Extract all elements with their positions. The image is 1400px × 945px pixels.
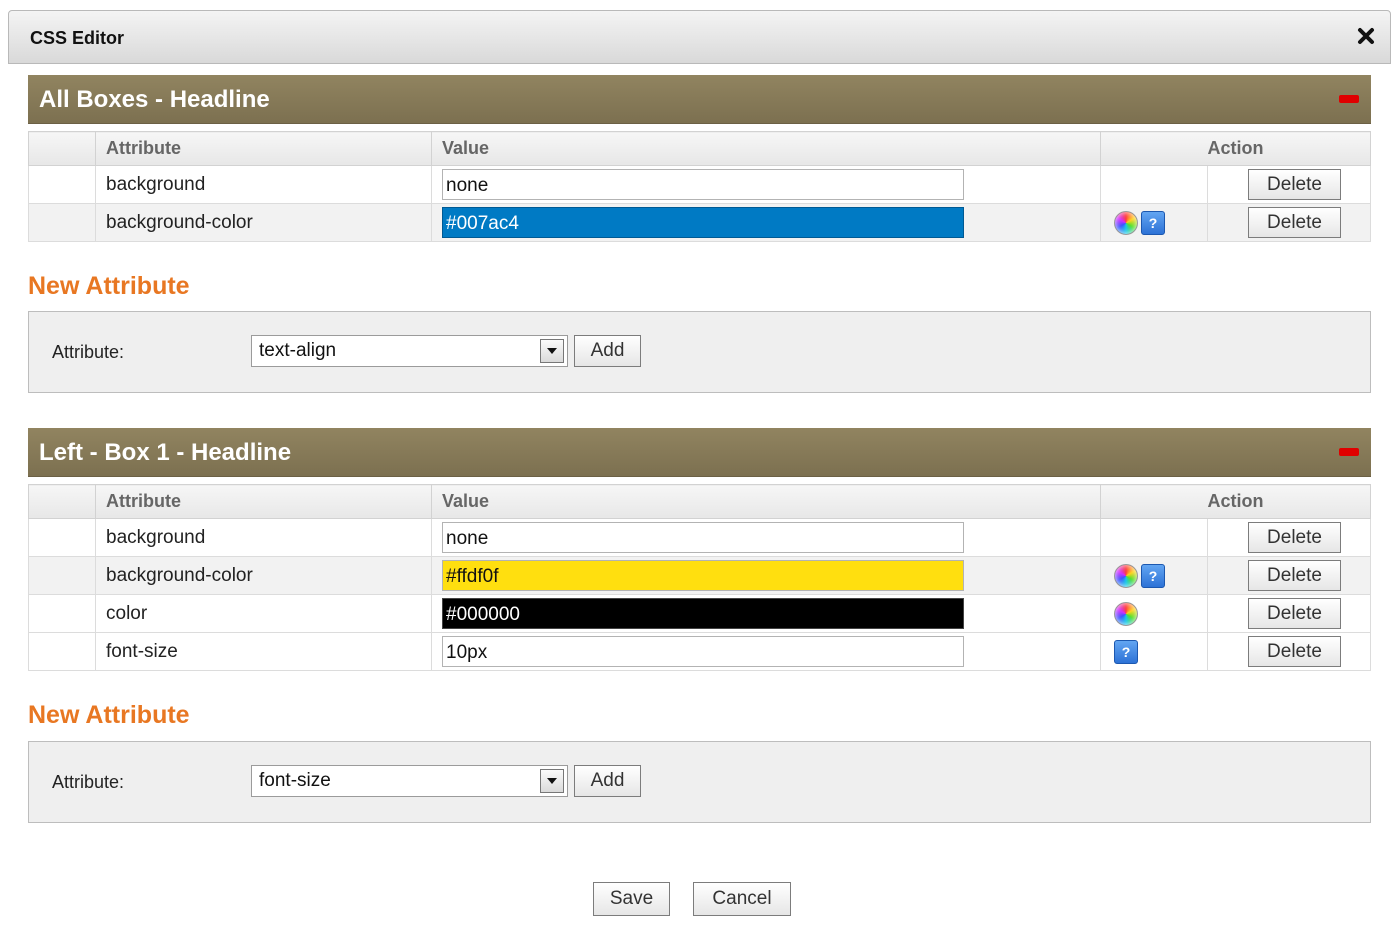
section-header: Left - Box 1 - Headline <box>28 428 1371 477</box>
attribute-label: Attribute: <box>52 772 125 792</box>
header-value: Value <box>431 484 1101 519</box>
table-row: background Delete <box>28 165 1371 204</box>
delete-button[interactable]: Delete <box>1248 207 1341 238</box>
value-input[interactable] <box>442 207 964 238</box>
delete-button[interactable]: Delete <box>1248 169 1341 200</box>
table-row: color Delete <box>28 594 1371 633</box>
header-attribute: Attribute <box>95 484 432 519</box>
attribute-name: background-color <box>95 556 432 595</box>
delete-button[interactable]: Delete <box>1248 598 1341 629</box>
section-all-boxes-headline: All Boxes - Headline Attribute Value Act… <box>28 75 1371 242</box>
attribute-label: Attribute: <box>52 342 125 362</box>
dialog-title: CSS Editor <box>30 28 125 48</box>
select-value: text-align <box>259 340 337 361</box>
minus-icon[interactable] <box>1339 448 1359 456</box>
close-icon[interactable] <box>1355 25 1377 47</box>
new-attribute-panel: Attribute: text-align Add <box>28 311 1371 393</box>
attribute-name: background <box>95 518 432 557</box>
add-button[interactable]: Add <box>574 765 641 797</box>
header-value: Value <box>431 131 1101 166</box>
table-row: background-color ? Delete <box>28 556 1371 595</box>
add-button[interactable]: Add <box>574 335 641 367</box>
attribute-name: font-size <box>95 632 432 671</box>
cancel-button[interactable]: Cancel <box>693 882 791 916</box>
value-input[interactable] <box>442 560 964 591</box>
select-value: font-size <box>259 770 331 791</box>
value-input[interactable] <box>442 598 964 629</box>
section-header: All Boxes - Headline <box>28 75 1371 124</box>
attribute-name: color <box>95 594 432 633</box>
value-input[interactable] <box>442 522 964 553</box>
delete-button[interactable]: Delete <box>1248 522 1341 553</box>
table-row: background Delete <box>28 518 1371 557</box>
header-action: Action <box>1100 131 1371 166</box>
header-action: Action <box>1100 484 1371 519</box>
help-icon[interactable]: ? <box>1114 639 1138 664</box>
new-attribute-panel: Attribute: font-size Add <box>28 741 1371 823</box>
header-attribute: Attribute <box>95 131 432 166</box>
delete-button[interactable]: Delete <box>1248 560 1341 591</box>
new-attribute-title: New Attribute <box>28 272 190 300</box>
minus-icon[interactable] <box>1339 95 1359 103</box>
attribute-table: Attribute Value Action background Delete… <box>28 484 1371 671</box>
chevron-down-icon[interactable] <box>540 769 564 793</box>
section-title: Left - Box 1 - Headline <box>39 439 292 466</box>
attribute-select[interactable]: font-size <box>251 765 568 797</box>
header-blank <box>28 484 96 519</box>
attribute-select[interactable]: text-align <box>251 335 568 367</box>
chevron-down-icon[interactable] <box>540 339 564 363</box>
attribute-name: background <box>95 165 432 204</box>
help-icon[interactable]: ? <box>1141 210 1165 235</box>
dialog-header: CSS Editor <box>8 10 1391 64</box>
help-icon[interactable]: ? <box>1141 563 1165 588</box>
header-blank <box>28 131 96 166</box>
delete-button[interactable]: Delete <box>1248 636 1341 667</box>
section-left-box-1-headline: Left - Box 1 - Headline Attribute Value … <box>28 428 1371 671</box>
save-button[interactable]: Save <box>593 882 670 916</box>
table-row: background-color ? Delete <box>28 203 1371 242</box>
attribute-name: background-color <box>95 203 432 242</box>
color-wheel-icon[interactable] <box>1114 601 1138 626</box>
value-input[interactable] <box>442 636 964 667</box>
color-wheel-icon[interactable] <box>1114 210 1138 235</box>
section-title: All Boxes - Headline <box>39 86 270 113</box>
attribute-table: Attribute Value Action background Delete… <box>28 131 1371 242</box>
color-wheel-icon[interactable] <box>1114 563 1138 588</box>
table-row: font-size ? Delete <box>28 632 1371 671</box>
new-attribute-title: New Attribute <box>28 701 190 729</box>
value-input[interactable] <box>442 169 964 200</box>
